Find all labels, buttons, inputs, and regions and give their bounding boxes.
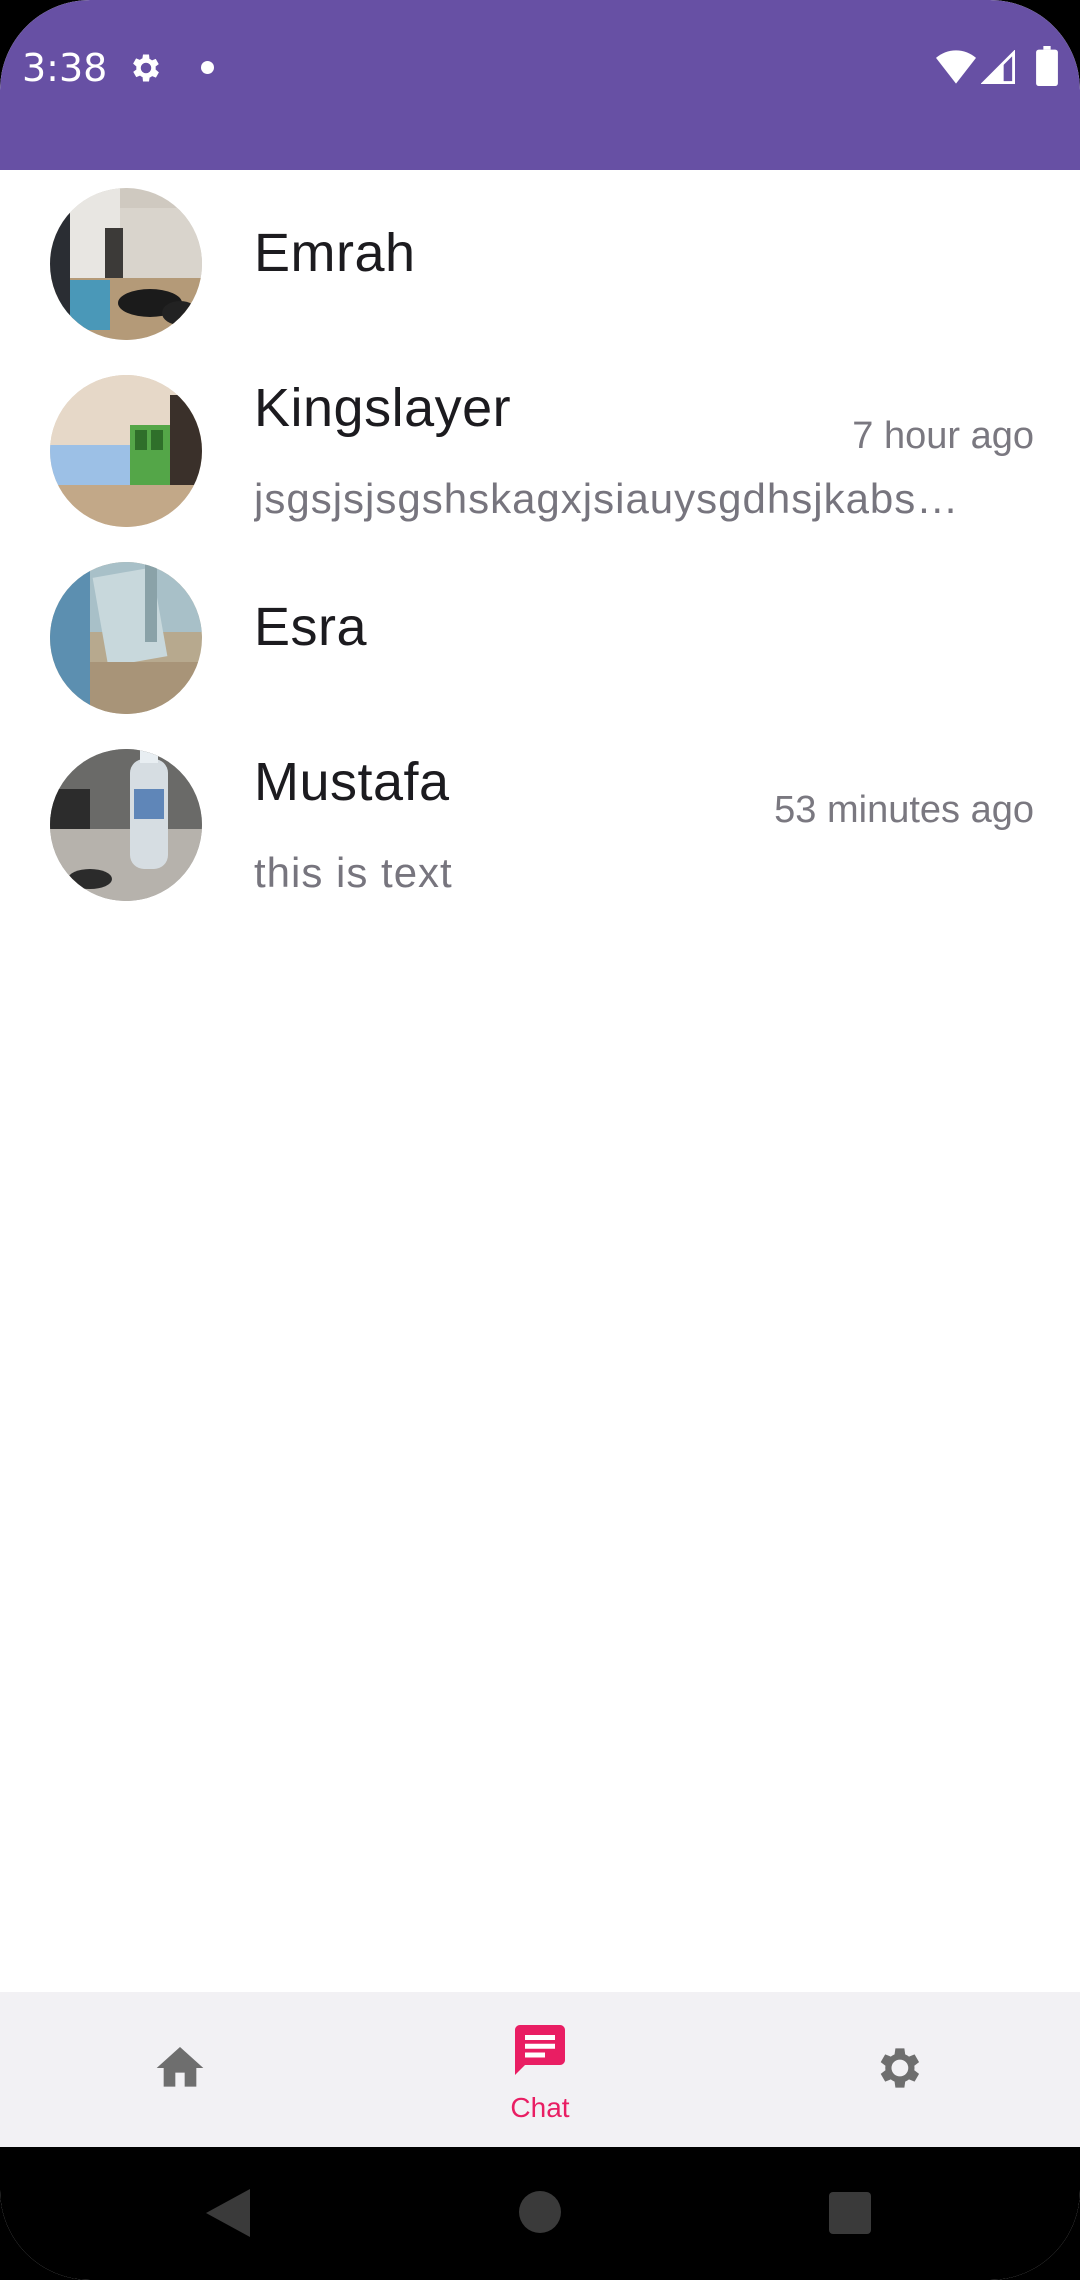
avatar xyxy=(50,375,202,527)
home-icon xyxy=(156,2047,204,2087)
nav-chat-label: Chat xyxy=(510,2092,570,2123)
home-circle-icon[interactable] xyxy=(519,2191,561,2233)
chat-preview: jsgsjsjsgshskagxjsiauysgdhsjkabsjsjsj xyxy=(254,475,960,522)
recents-icon[interactable] xyxy=(829,2192,871,2234)
bottom-navigation: Chat xyxy=(0,1992,1080,2147)
status-time: 3:38 xyxy=(22,46,108,90)
system-navigation-bar xyxy=(0,2147,1080,2280)
battery-icon xyxy=(1036,46,1058,86)
avatar xyxy=(50,562,202,714)
chat-icon xyxy=(515,2025,565,2075)
nav-chat[interactable]: Chat xyxy=(440,1992,640,2147)
settings-icon xyxy=(133,54,159,82)
settings-icon xyxy=(880,2048,920,2088)
chat-item[interactable]: Emrah xyxy=(0,170,1080,357)
chat-name: Mustafa xyxy=(254,752,450,812)
chat-name: Kingslayer xyxy=(254,378,512,438)
notification-dot xyxy=(201,61,214,74)
nav-settings[interactable] xyxy=(800,1992,1000,2147)
avatar-photo xyxy=(50,375,202,527)
avatar-photo xyxy=(50,188,202,340)
avatar xyxy=(50,749,202,901)
chat-name: Esra xyxy=(254,597,368,657)
chat-timestamp: 53 minutes ago xyxy=(774,789,1034,831)
chat-item[interactable]: Kingslayer 7 hour ago jsgsjsjsgshskagxjs… xyxy=(0,357,1080,544)
chat-list: Emrah Kingslayer 7 hour ago jsgsjsjsgshs… xyxy=(0,170,1080,918)
wifi-icon xyxy=(936,50,976,84)
signal-icon xyxy=(981,50,1015,84)
chat-item[interactable]: Esra xyxy=(0,544,1080,731)
chat-preview: this is text xyxy=(254,849,453,896)
avatar-photo xyxy=(50,749,202,901)
status-bar: 3:38 xyxy=(0,0,1080,170)
avatar-photo xyxy=(50,562,202,714)
nav-home[interactable] xyxy=(80,1992,280,2147)
chat-screen: 3:38 Emrah Kingslayer 7 hour ago jsgsjsj… xyxy=(0,0,1080,2280)
chat-name: Emrah xyxy=(254,223,416,283)
avatar xyxy=(50,188,202,340)
back-icon[interactable] xyxy=(206,2189,250,2237)
chat-item[interactable]: Mustafa 53 minutes ago this is text xyxy=(0,731,1080,918)
chat-timestamp: 7 hour ago xyxy=(852,415,1034,457)
